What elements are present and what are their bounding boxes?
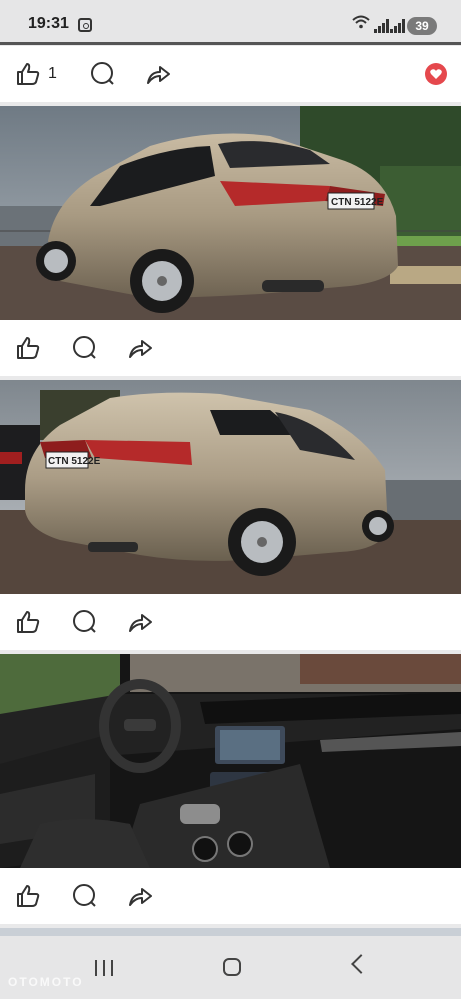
thumbs-up-icon[interactable]: [14, 60, 42, 88]
image-action-bar-3: [0, 868, 461, 924]
wifi-icon: [352, 15, 370, 32]
header-divider: [0, 42, 461, 45]
thumbs-up-icon[interactable]: [14, 882, 42, 910]
thumbs-up-icon[interactable]: [14, 608, 42, 636]
like-count: 1: [48, 65, 57, 82]
heart-icon[interactable]: [424, 62, 448, 86]
watermark: OTOMOTO: [8, 975, 84, 989]
next-photo-peek: [0, 928, 461, 936]
car-photo-2[interactable]: CTN 5122E: [0, 380, 461, 594]
system-nav-bar: [0, 936, 461, 999]
license-plate-1: CTN 5122E: [331, 197, 384, 208]
battery-badge: 39: [407, 17, 437, 35]
comment-icon[interactable]: [70, 334, 98, 362]
comment-icon[interactable]: [70, 882, 98, 910]
thumbs-up-icon[interactable]: [14, 334, 42, 362]
license-plate-2: CTN 5122E: [48, 456, 101, 467]
signal-icon: [374, 19, 390, 33]
home-icon[interactable]: [223, 958, 241, 976]
signal-icon-2: [390, 19, 406, 33]
image-action-bar-1: [0, 320, 461, 376]
share-icon[interactable]: [126, 608, 154, 636]
back-icon[interactable]: [351, 954, 371, 974]
recents-icon[interactable]: [95, 960, 115, 976]
share-icon[interactable]: [144, 60, 172, 88]
screenshot-icon: [78, 18, 92, 32]
post-action-bar: 1: [0, 46, 461, 102]
comment-icon[interactable]: [88, 60, 116, 88]
share-icon[interactable]: [126, 882, 154, 910]
status-bar: 19:31 39: [0, 0, 461, 44]
share-icon[interactable]: [126, 334, 154, 362]
comment-icon[interactable]: [70, 608, 98, 636]
status-time: 19:31: [28, 15, 69, 32]
car-photo-3[interactable]: [0, 654, 461, 868]
car-photo-1[interactable]: CTN 5122E: [0, 106, 461, 320]
image-action-bar-2: [0, 594, 461, 650]
